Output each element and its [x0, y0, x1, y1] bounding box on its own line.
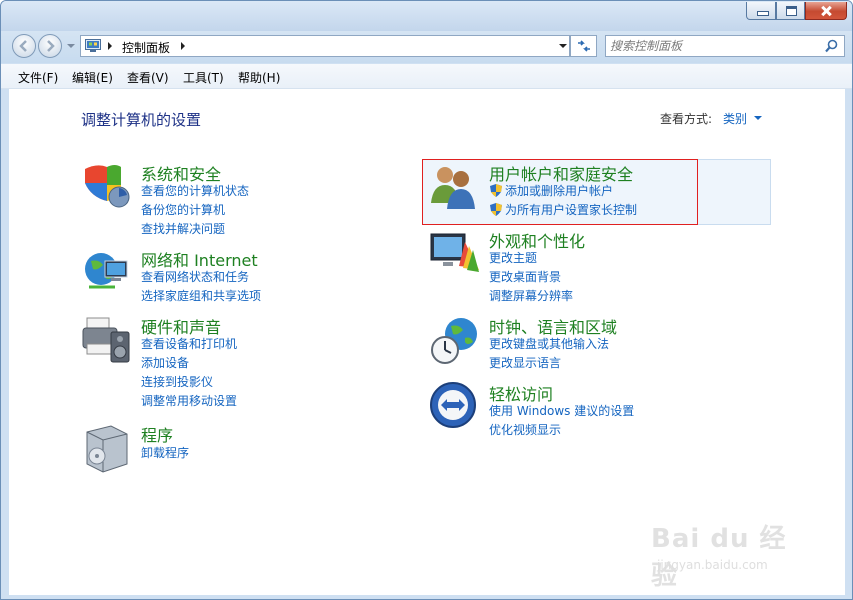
link-mobility-settings[interactable]: 调整常用移动设置	[141, 392, 237, 409]
navigation-bar: 控制面板	[1, 31, 852, 63]
link-backup-computer[interactable]: 备份您的计算机	[141, 201, 225, 218]
baidu-jingyan-watermark: Bai du 经验 jingyan.baidu.com	[651, 506, 811, 591]
forward-button[interactable]	[38, 34, 62, 58]
menu-help[interactable]: 帮助(H)	[238, 69, 280, 86]
category-ease-of-access: 轻松访问 使用 Windows 建议的设置 优化视频显示	[429, 381, 759, 441]
menu-view[interactable]: 查看(V)	[127, 69, 169, 86]
control-panel-window: 控制面板 文件(F) 编辑(E) 查看(V) 工具(T) 帮助(H) 调整计算机…	[0, 0, 853, 600]
watermark-url: jingyan.baidu.com	[657, 558, 768, 572]
watermark-brand: Bai du 经验	[651, 524, 787, 591]
link-screen-resolution[interactable]: 调整屏幕分辨率	[489, 287, 573, 304]
address-dropdown-icon[interactable]	[559, 44, 567, 48]
link-change-display-language[interactable]: 更改显示语言	[489, 354, 561, 371]
page-title: 调整计算机的设置	[81, 111, 202, 129]
category-clock-language: 时钟、语言和区域 更改键盘或其他输入法 更改显示语言	[429, 314, 759, 374]
recent-pages-dropdown[interactable]	[67, 44, 75, 48]
menu-edit[interactable]: 编辑(E)	[72, 69, 113, 86]
control-panel-icon	[85, 39, 101, 52]
forward-arrow-icon	[47, 40, 55, 52]
category-hardware-sound: 硬件和声音 查看设备和打印机 添加设备 连接到投影仪 调整常用移动设置	[81, 314, 381, 414]
link-add-device[interactable]: 添加设备	[141, 354, 189, 371]
address-bar[interactable]: 控制面板	[80, 35, 570, 57]
category-network-internet: 网络和 Internet 查看网络状态和任务 选择家庭组和共享选项	[81, 247, 381, 307]
back-arrow-icon	[19, 40, 27, 52]
menu-tools[interactable]: 工具(T)	[183, 69, 224, 86]
link-change-theme[interactable]: 更改主题	[489, 249, 537, 266]
link-uninstall-program[interactable]: 卸载程序	[141, 444, 189, 461]
refresh-icon	[578, 40, 590, 52]
close-button[interactable]	[805, 2, 847, 20]
breadcrumb-separator-icon[interactable]	[108, 42, 112, 50]
menu-bar: 文件(F) 编辑(E) 查看(V) 工具(T) 帮助(H)	[1, 64, 852, 89]
minimize-button[interactable]	[746, 2, 776, 20]
view-by-label: 查看方式:	[660, 112, 713, 126]
link-troubleshoot[interactable]: 查找并解决问题	[141, 220, 225, 237]
link-connect-projector[interactable]: 连接到投影仪	[141, 373, 213, 390]
refresh-button[interactable]	[570, 35, 597, 57]
search-box[interactable]	[605, 35, 845, 57]
clock-globe-icon	[431, 318, 477, 364]
link-optimize-display[interactable]: 优化视频显示	[489, 421, 561, 438]
shield-security-icon	[85, 165, 130, 208]
view-by-dropdown[interactable]: 类别	[723, 110, 747, 127]
view-by-chevron-down-icon[interactable]	[754, 116, 762, 120]
back-button[interactable]	[12, 34, 36, 58]
programs-box-icon	[86, 425, 128, 473]
breadcrumb-separator-icon[interactable]	[181, 42, 185, 50]
link-devices-printers[interactable]: 查看设备和打印机	[141, 335, 237, 352]
search-input[interactable]	[610, 38, 815, 54]
link-homegroup-sharing[interactable]: 选择家庭组和共享选项	[141, 287, 261, 304]
printer-speaker-icon	[82, 317, 130, 363]
category-programs: 程序 卸载程序	[81, 422, 381, 473]
link-windows-recommended-settings[interactable]: 使用 Windows 建议的设置	[489, 402, 634, 419]
category-system-security: 系统和安全 查看您的计算机状态 备份您的计算机 查找并解决问题	[81, 161, 381, 241]
title-bar	[1, 1, 852, 31]
monitor-palette-icon	[430, 233, 479, 272]
link-view-computer-status[interactable]: 查看您的计算机状态	[141, 182, 249, 199]
network-globe-icon	[85, 253, 128, 289]
maximize-button[interactable]	[776, 2, 805, 20]
menu-file[interactable]: 文件(F)	[18, 69, 58, 86]
ease-of-access-icon	[430, 382, 476, 428]
category-appearance: 外观和个性化 更改主题 更改桌面背景 调整屏幕分辨率	[429, 228, 759, 308]
search-icon[interactable]	[825, 39, 838, 53]
highlight-annotation-box	[422, 159, 698, 225]
breadcrumb-control-panel[interactable]: 控制面板	[122, 39, 170, 56]
category-title-programs[interactable]: 程序	[141, 422, 173, 446]
link-network-status[interactable]: 查看网络状态和任务	[141, 268, 249, 285]
link-change-keyboard[interactable]: 更改键盘或其他输入法	[489, 335, 609, 352]
link-change-background[interactable]: 更改桌面背景	[489, 268, 561, 285]
